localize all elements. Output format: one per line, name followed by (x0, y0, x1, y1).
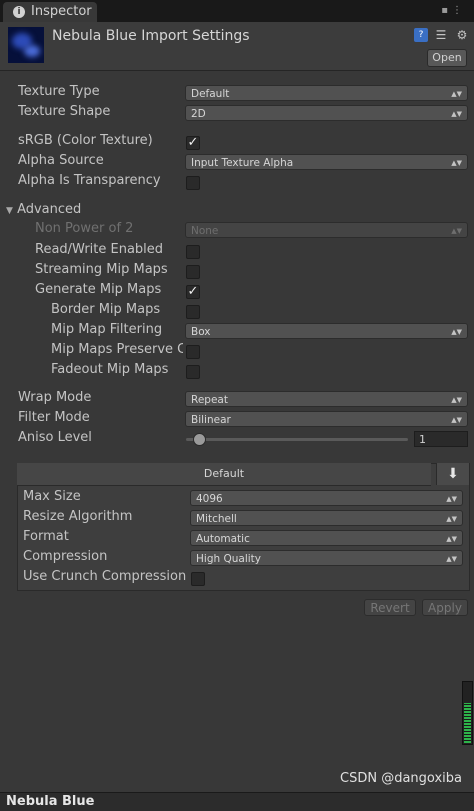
preserve-coverage-checkbox[interactable] (186, 345, 200, 359)
dropdown-arrow-icon: ▲▼ (451, 159, 462, 167)
tab-inspector-label: Inspector (31, 4, 92, 19)
tab-controls: ▪⋮ (441, 5, 466, 16)
alpha-source-label: Alpha Source (18, 153, 104, 168)
watermark: CSDN @dangoxiba (340, 771, 462, 786)
streaming-mips-label: Streaming Mip Maps (35, 262, 168, 277)
crunch-checkbox[interactable] (191, 572, 205, 586)
dropdown-arrow-icon: ▲▼ (446, 495, 457, 503)
dropdown-arrow-icon: ▲▼ (451, 110, 462, 118)
alpha-source-dropdown[interactable]: Input Texture Alpha ▲▼ (185, 154, 468, 170)
resize-algorithm-dropdown[interactable]: Mitchell ▲▼ (190, 510, 463, 526)
lock-icon[interactable]: ▪ (441, 5, 452, 16)
non-power-of-2-dropdown: None ▲▼ (185, 222, 468, 238)
max-size-label: Max Size (23, 489, 81, 504)
format-label: Format (23, 529, 69, 544)
texture-shape-dropdown[interactable]: 2D ▲▼ (185, 105, 468, 121)
download-icon[interactable]: ⬇ (436, 463, 469, 485)
inspector-title: Nebula Blue Import Settings (52, 28, 250, 44)
texture-thumbnail (8, 27, 44, 63)
aniso-level-label: Aniso Level (18, 430, 92, 445)
resize-algorithm-label: Resize Algorithm (23, 509, 133, 524)
wrap-mode-label: Wrap Mode (18, 390, 92, 405)
revert-button[interactable]: Revert (364, 599, 416, 616)
apply-button[interactable]: Apply (422, 599, 468, 616)
wrap-mode-dropdown[interactable]: Repeat ▲▼ (185, 391, 468, 407)
mip-filtering-value: Box (191, 326, 211, 338)
dropdown-arrow-icon: ▲▼ (446, 515, 457, 523)
crunch-label: Use Crunch Compression (23, 569, 187, 584)
tab-inspector[interactable]: i Inspector (3, 2, 97, 22)
compression-dropdown[interactable]: High Quality ▲▼ (190, 550, 463, 566)
dropdown-arrow-icon: ▲▼ (446, 535, 457, 543)
srgb-label: sRGB (Color Texture) (18, 133, 153, 148)
srgb-checkbox[interactable]: ✓ (186, 136, 200, 150)
compression-value: High Quality (196, 553, 261, 565)
format-value: Automatic (196, 533, 250, 545)
dropdown-arrow-icon: ▲▼ (446, 555, 457, 563)
mip-filtering-dropdown[interactable]: Box ▲▼ (185, 323, 468, 339)
asset-name: Nebula Blue (6, 794, 95, 809)
dropdown-arrow-icon: ▲▼ (451, 416, 462, 424)
presets-icon[interactable]: ☰ (434, 28, 448, 42)
tab-bar: i Inspector ▪⋮ (0, 0, 474, 22)
generate-mips-checkbox[interactable]: ✓ (186, 285, 200, 299)
aniso-slider-handle[interactable] (192, 433, 206, 446)
non-power-of-2-label: Non Power of 2 (35, 221, 134, 236)
filter-mode-dropdown[interactable]: Bilinear ▲▼ (185, 411, 468, 427)
border-mips-checkbox[interactable] (186, 305, 200, 319)
dropdown-arrow-icon: ▲▼ (451, 396, 462, 404)
fadeout-mips-label: Fadeout Mip Maps (51, 362, 169, 377)
read-write-label: Read/Write Enabled (35, 242, 164, 257)
filter-mode-value: Bilinear (191, 414, 231, 426)
menu-icon[interactable]: ⋮ (452, 5, 466, 16)
wrap-mode-value: Repeat (191, 394, 228, 406)
preserve-coverage-label: Mip Maps Preserve Coverage (51, 342, 183, 357)
aniso-level-input[interactable]: 1 (414, 431, 468, 447)
texture-type-dropdown[interactable]: Default ▲▼ (185, 85, 468, 101)
format-dropdown[interactable]: Automatic ▲▼ (190, 530, 463, 546)
texture-type-value: Default (191, 88, 230, 100)
compression-label: Compression (23, 549, 108, 564)
max-size-dropdown[interactable]: 4096 ▲▼ (190, 490, 463, 506)
aniso-slider-track[interactable] (186, 438, 408, 441)
preview-level-meter (462, 681, 473, 745)
alpha-transparency-label: Alpha Is Transparency (18, 173, 161, 188)
generate-mips-label: Generate Mip Maps (35, 282, 162, 297)
non-power-of-2-value: None (191, 225, 219, 237)
texture-shape-label: Texture Shape (18, 104, 111, 119)
dropdown-arrow-icon: ▲▼ (451, 90, 462, 98)
asset-bundle-bar: Nebula Blue CSDN @dangoxiba (0, 771, 474, 811)
advanced-foldout[interactable]: ▼ Advanced (6, 202, 81, 217)
foldout-arrow-icon: ▼ (6, 206, 13, 216)
texture-type-label: Texture Type (18, 84, 100, 99)
help-icon[interactable]: ? (414, 28, 428, 42)
max-size-value: 4096 (196, 493, 223, 505)
platform-tab-default[interactable]: Default (17, 463, 431, 486)
resize-algorithm-value: Mitchell (196, 513, 237, 525)
gear-icon[interactable]: ⚙ (455, 28, 469, 42)
advanced-label: Advanced (17, 202, 82, 217)
info-icon: i (13, 6, 25, 18)
texture-shape-value: 2D (191, 108, 206, 120)
open-button[interactable]: Open (427, 49, 467, 67)
fadeout-mips-checkbox[interactable] (186, 365, 200, 379)
alpha-source-value: Input Texture Alpha (191, 157, 294, 169)
dropdown-arrow-icon: ▲▼ (451, 227, 462, 235)
border-mips-label: Border Mip Maps (51, 302, 161, 317)
alpha-transparency-checkbox[interactable] (186, 176, 200, 190)
streaming-mips-checkbox[interactable] (186, 265, 200, 279)
filter-mode-label: Filter Mode (18, 410, 90, 425)
mip-filtering-label: Mip Map Filtering (51, 322, 163, 337)
read-write-checkbox[interactable] (186, 245, 200, 259)
dropdown-arrow-icon: ▲▼ (451, 328, 462, 336)
